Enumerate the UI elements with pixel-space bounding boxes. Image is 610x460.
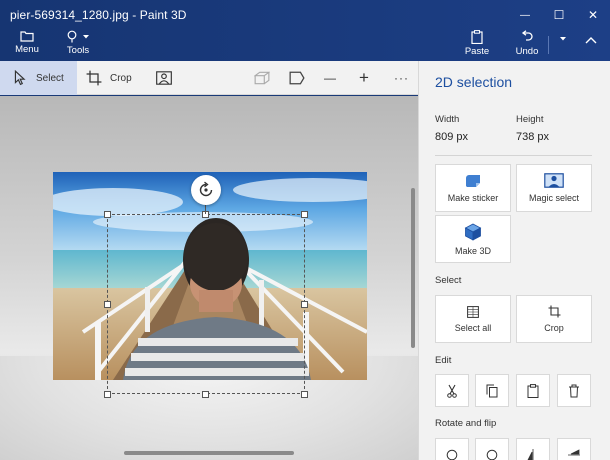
cube-icon	[464, 223, 482, 241]
undo-icon	[521, 30, 533, 41]
delete-button[interactable]	[557, 374, 591, 407]
minimize-button[interactable]: —	[508, 0, 542, 30]
close-button[interactable]: ✕	[576, 0, 610, 30]
select-tool-label: Select	[36, 72, 64, 84]
paste-button[interactable]: Paste	[462, 30, 492, 60]
resize-handle-top-left[interactable]	[104, 211, 111, 218]
flag-tool[interactable]	[289, 61, 307, 95]
minus-icon: —	[324, 71, 336, 85]
copy-icon	[486, 384, 498, 397]
select-all-label: Select all	[454, 322, 492, 333]
maximize-button[interactable]: ☐	[542, 0, 576, 30]
maximize-icon: ☐	[553, 8, 565, 22]
menu-button[interactable]: Menu	[10, 30, 44, 60]
layers-icon	[254, 71, 270, 85]
close-icon: ✕	[587, 8, 599, 22]
vertical-scrollbar[interactable]	[411, 188, 415, 348]
flip-horizontal-icon	[568, 448, 580, 455]
flip-horizontal-button[interactable]	[557, 438, 591, 460]
paste-panel-button[interactable]	[516, 374, 550, 407]
rotate-left-icon	[446, 449, 458, 460]
panel-title: 2D selection	[435, 74, 513, 90]
rotate-left-button[interactable]	[435, 438, 469, 460]
magic-select-icon	[156, 71, 172, 85]
folder-icon	[20, 31, 34, 42]
width-value[interactable]: 809 px	[435, 131, 468, 143]
clipboard-icon	[527, 383, 539, 398]
side-panel: 2D selection Width 809 px Height 738 px …	[418, 61, 610, 460]
resize-handle-bottom[interactable]	[202, 391, 209, 398]
sticker-icon	[466, 174, 480, 187]
more-icon: ···	[394, 71, 409, 85]
plus-icon: +	[359, 68, 369, 87]
panel-divider	[435, 155, 592, 156]
crop-icon	[86, 70, 102, 86]
select-tool[interactable]: Select	[0, 61, 77, 95]
window-title: pier-569314_1280.jpg - Paint 3D	[10, 8, 187, 22]
resize-handle-right[interactable]	[301, 301, 308, 308]
scissors-icon	[447, 384, 457, 398]
rotate-handle-line	[205, 205, 206, 214]
more-options-button[interactable]: ···	[394, 61, 410, 95]
make-3d-button[interactable]: Make 3D	[435, 215, 511, 263]
copy-button[interactable]	[475, 374, 509, 407]
undo-label: Undo	[515, 46, 539, 57]
horizontal-scrollbar[interactable]	[124, 451, 294, 455]
resize-handle-top-right[interactable]	[301, 211, 308, 218]
canvas-area[interactable]	[0, 96, 418, 460]
resize-handle-bottom-right[interactable]	[301, 391, 308, 398]
resize-handle-bottom-left[interactable]	[104, 391, 111, 398]
zoom-in-button[interactable]: +	[359, 61, 373, 95]
selection-toolbar: Select Crop — + ···	[0, 61, 418, 95]
rotate-right-button[interactable]	[475, 438, 509, 460]
rotate-flip-section-heading: Rotate and flip	[435, 418, 497, 429]
trash-icon	[569, 384, 579, 397]
crop-icon	[548, 305, 560, 318]
title-bar: pier-569314_1280.jpg - Paint 3D — ☐ ✕ Me…	[0, 0, 610, 61]
tools-button[interactable]: Tools	[58, 30, 98, 60]
magic-select-label: Magic select	[528, 193, 580, 203]
width-label: Width	[435, 114, 460, 125]
make-3d-label: Make 3D	[454, 245, 491, 256]
magic-select-tool[interactable]	[156, 61, 176, 95]
rotate-right-icon	[486, 449, 498, 460]
select-all-icon	[467, 305, 479, 318]
flip-vertical-icon	[527, 448, 534, 460]
copy-layer-tool[interactable]	[254, 61, 272, 95]
clipboard-icon	[471, 30, 483, 44]
edit-section-heading: Edit	[435, 355, 452, 366]
paste-label: Paste	[464, 46, 490, 57]
cursor-icon	[14, 70, 26, 86]
chevron-down-icon	[560, 37, 566, 41]
brush-icon	[67, 30, 77, 43]
cut-button[interactable]	[435, 374, 469, 407]
flip-vertical-button[interactable]	[516, 438, 550, 460]
resize-handle-left[interactable]	[104, 301, 111, 308]
select-all-button[interactable]: Select all	[435, 295, 511, 343]
tag-icon	[289, 71, 305, 85]
minimize-icon: —	[520, 9, 530, 21]
select-section-heading: Select	[435, 275, 462, 286]
tools-label: Tools	[66, 45, 90, 56]
crop-label: Crop	[544, 323, 564, 333]
magic-select-button[interactable]: Magic select	[516, 164, 592, 212]
magic-select-icon	[544, 173, 564, 188]
make-sticker-button[interactable]: Make sticker	[435, 164, 511, 212]
crop-tool-label: Crop	[110, 72, 132, 84]
chevron-up-icon	[585, 37, 597, 44]
zoom-out-button[interactable]: —	[324, 61, 338, 95]
height-value[interactable]: 738 px	[516, 131, 549, 143]
crop-tool[interactable]: Crop	[86, 61, 142, 95]
chevron-down-icon	[83, 34, 89, 38]
make-sticker-label: Make sticker	[447, 192, 499, 203]
rotate-handle[interactable]	[191, 175, 221, 205]
header-divider	[548, 36, 549, 54]
selection-box[interactable]	[107, 214, 305, 394]
undo-button[interactable]: Undo	[512, 30, 542, 60]
menu-label: Menu	[15, 44, 39, 55]
crop-button[interactable]: Crop	[516, 295, 592, 343]
rotate-icon	[199, 181, 213, 197]
height-label: Height	[516, 114, 544, 125]
